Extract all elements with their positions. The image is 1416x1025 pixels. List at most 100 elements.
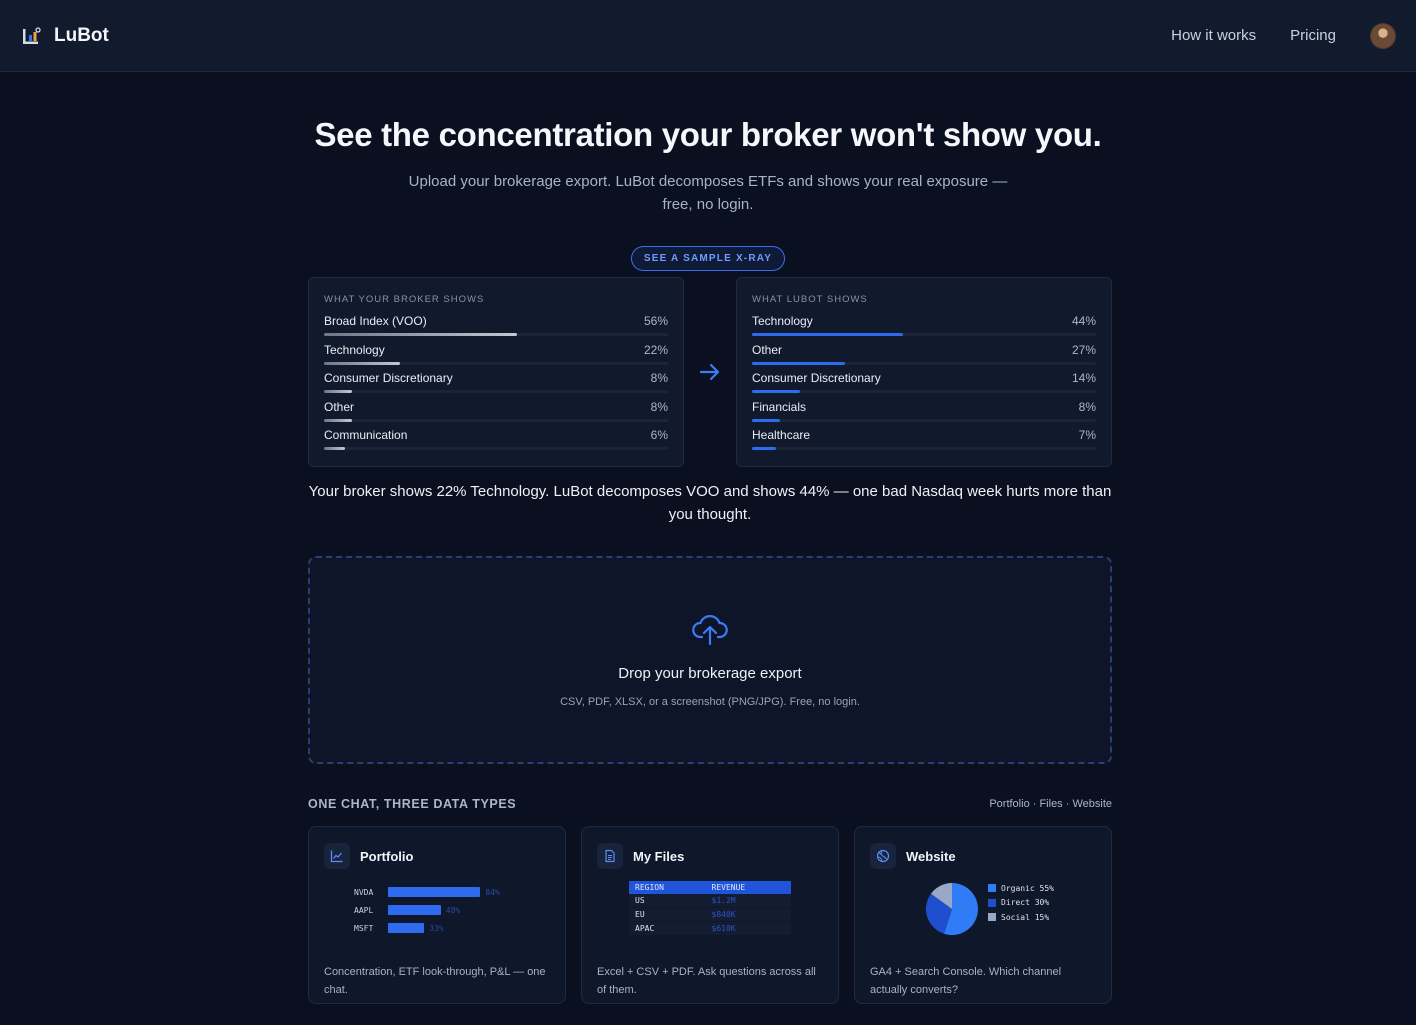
mini-bar-row: MSFT 33% <box>354 919 500 937</box>
lubot-logo-icon <box>23 26 41 44</box>
row-fill <box>752 447 777 450</box>
row-label: Consumer Discretionary <box>324 371 453 385</box>
legend-swatch <box>988 898 996 907</box>
table-row: APAC $610K <box>629 921 791 936</box>
table-header: REVENUE <box>705 881 791 894</box>
broker-row: Technology 22% <box>324 343 668 372</box>
row-fill <box>752 361 845 365</box>
portfolio-card[interactable]: Portfolio NVDA 84% AAPL 48% MSFT 33% Con… <box>308 826 566 1004</box>
brand[interactable]: LuBot <box>20 24 109 48</box>
table-cell: $1.2M <box>705 894 791 908</box>
lubot-panel: WHAT LUBOT SHOWS Technology 44% Other 27% … <box>736 277 1112 467</box>
verdict-text: Your broker shows 22% Technology. LuBot … <box>308 483 1112 523</box>
legend-swatch <box>988 884 996 893</box>
table-cell: $610K <box>705 921 791 936</box>
row-fill <box>752 418 780 422</box>
row-label: Technology <box>324 342 385 357</box>
globe-icon <box>870 843 896 869</box>
nav-pricing[interactable]: Pricing <box>1290 27 1336 44</box>
bar-ticker: AAPL <box>354 905 374 915</box>
mini-bar-row: AAPL 48% <box>354 901 500 919</box>
card-title: My Files <box>633 848 685 864</box>
bar-mark <box>388 923 425 933</box>
row-label: Other <box>752 342 783 357</box>
broker-row: Consumer Discretionary 8% <box>324 371 668 400</box>
bar-value: 33% <box>429 923 444 933</box>
row-track <box>752 418 1096 422</box>
row-track <box>324 447 668 450</box>
lubot-panel-title: WHAT LUBOT SHOWS <box>752 294 868 305</box>
brand-name: LuBot <box>54 24 109 46</box>
bar-ticker: MSFT <box>354 923 374 933</box>
row-pct: 14% <box>1071 371 1096 385</box>
hero-title: See the concentration your broker won't … <box>314 116 1102 153</box>
bar-value: 84% <box>485 887 500 897</box>
top-navbar: LuBot How it works Pricing <box>0 0 1416 72</box>
feature-cards: Portfolio NVDA 84% AAPL 48% MSFT 33% Con… <box>308 826 1112 1004</box>
document-icon <box>597 843 623 869</box>
row-track <box>324 390 668 393</box>
row-label: Broad Index (VOO) <box>324 314 427 328</box>
row-fill <box>752 333 904 336</box>
row-track <box>752 390 1096 393</box>
features-links[interactable]: Portfolio · Files · Website <box>989 798 1112 810</box>
sample-xray-button[interactable]: SEE A SAMPLE X-RAY <box>630 246 786 271</box>
dropzone-title: Drop your brokerage export <box>618 665 802 682</box>
row-track <box>324 361 668 365</box>
lubot-row: Consumer Discretionary 14% <box>752 371 1096 400</box>
broker-row: Communication 6% <box>324 428 668 457</box>
table-cell: US <box>629 894 706 908</box>
lubot-row: Financials 8% <box>752 400 1096 429</box>
my-files-card[interactable]: My Files REGION REVENUE US $1.2M EU $840… <box>581 826 839 1004</box>
mini-table: REGION REVENUE US $1.2M EU $840K APAC $6… <box>629 881 791 936</box>
card-description: Excel + CSV + PDF. Ask questions across … <box>597 966 816 996</box>
row-pct: 8% <box>650 371 668 385</box>
lubot-row: Other 27% <box>752 343 1096 372</box>
row-label: Other <box>324 399 355 414</box>
pie-legend: Organic 55% Direct 30% Social 15% <box>988 881 1054 925</box>
avatar[interactable] <box>1370 22 1396 49</box>
main-nav: How it works Pricing <box>1171 22 1396 49</box>
card-title: Portfolio <box>360 848 414 864</box>
table-cell: APAC <box>629 921 706 936</box>
row-pct: 22% <box>643 342 668 357</box>
row-fill <box>324 333 517 336</box>
broker-row: Other 8% <box>324 400 668 429</box>
row-pct: 56% <box>643 314 668 328</box>
row-pct: 27% <box>1071 342 1096 357</box>
row-track <box>324 333 668 336</box>
table-cell: EU <box>629 907 706 922</box>
row-track <box>752 361 1096 365</box>
bar-value: 48% <box>445 905 461 915</box>
row-track <box>752 447 1096 450</box>
mini-bar-row: NVDA 84% <box>354 883 500 901</box>
table-row: US $1.2M <box>629 894 791 908</box>
lubot-row: Technology 44% <box>752 314 1096 343</box>
arrow-right-icon <box>699 363 720 381</box>
row-pct: 44% <box>1071 314 1096 328</box>
website-card[interactable]: Website Organic 55% Direct 30% Social 15… <box>854 826 1112 1004</box>
row-label: Communication <box>324 428 408 442</box>
bar-mark <box>388 905 441 915</box>
bar-ticker: NVDA <box>354 887 374 897</box>
legend-label: Direct 30% <box>1001 898 1050 908</box>
broker-panel: WHAT YOUR BROKER SHOWS Broad Index (VOO)… <box>308 277 684 467</box>
nav-how-it-works[interactable]: How it works <box>1171 27 1256 44</box>
upload-dropzone[interactable]: Drop your brokerage export CSV, PDF, XLS… <box>308 556 1112 764</box>
table-cell: $840K <box>705 907 791 922</box>
row-pct: 8% <box>650 399 668 414</box>
row-label: Technology <box>752 314 813 328</box>
dropzone-subtitle: CSV, PDF, XLSX, or a screenshot (PNG/JPG… <box>560 696 860 708</box>
row-pct: 8% <box>1078 399 1096 414</box>
row-fill <box>324 447 345 450</box>
portfolio-bars: NVDA 84% AAPL 48% MSFT 33% <box>324 879 550 963</box>
pie-chart <box>926 883 978 935</box>
row-pct: 6% <box>650 428 668 442</box>
legend-item: Organic 55% <box>988 881 1054 896</box>
card-description: GA4 + Search Console. Which channel actu… <box>870 966 1062 996</box>
exposure-comparison: WHAT YOUR BROKER SHOWS Broad Index (VOO)… <box>308 277 1112 467</box>
lubot-row: Healthcare 7% <box>752 428 1096 457</box>
hero-subtitle: Upload your brokerage export. LuBot deco… <box>408 173 1008 213</box>
card-title: Website <box>906 848 956 864</box>
features-header: ONE CHAT, THREE DATA TYPES Portfolio · F… <box>308 797 1112 811</box>
